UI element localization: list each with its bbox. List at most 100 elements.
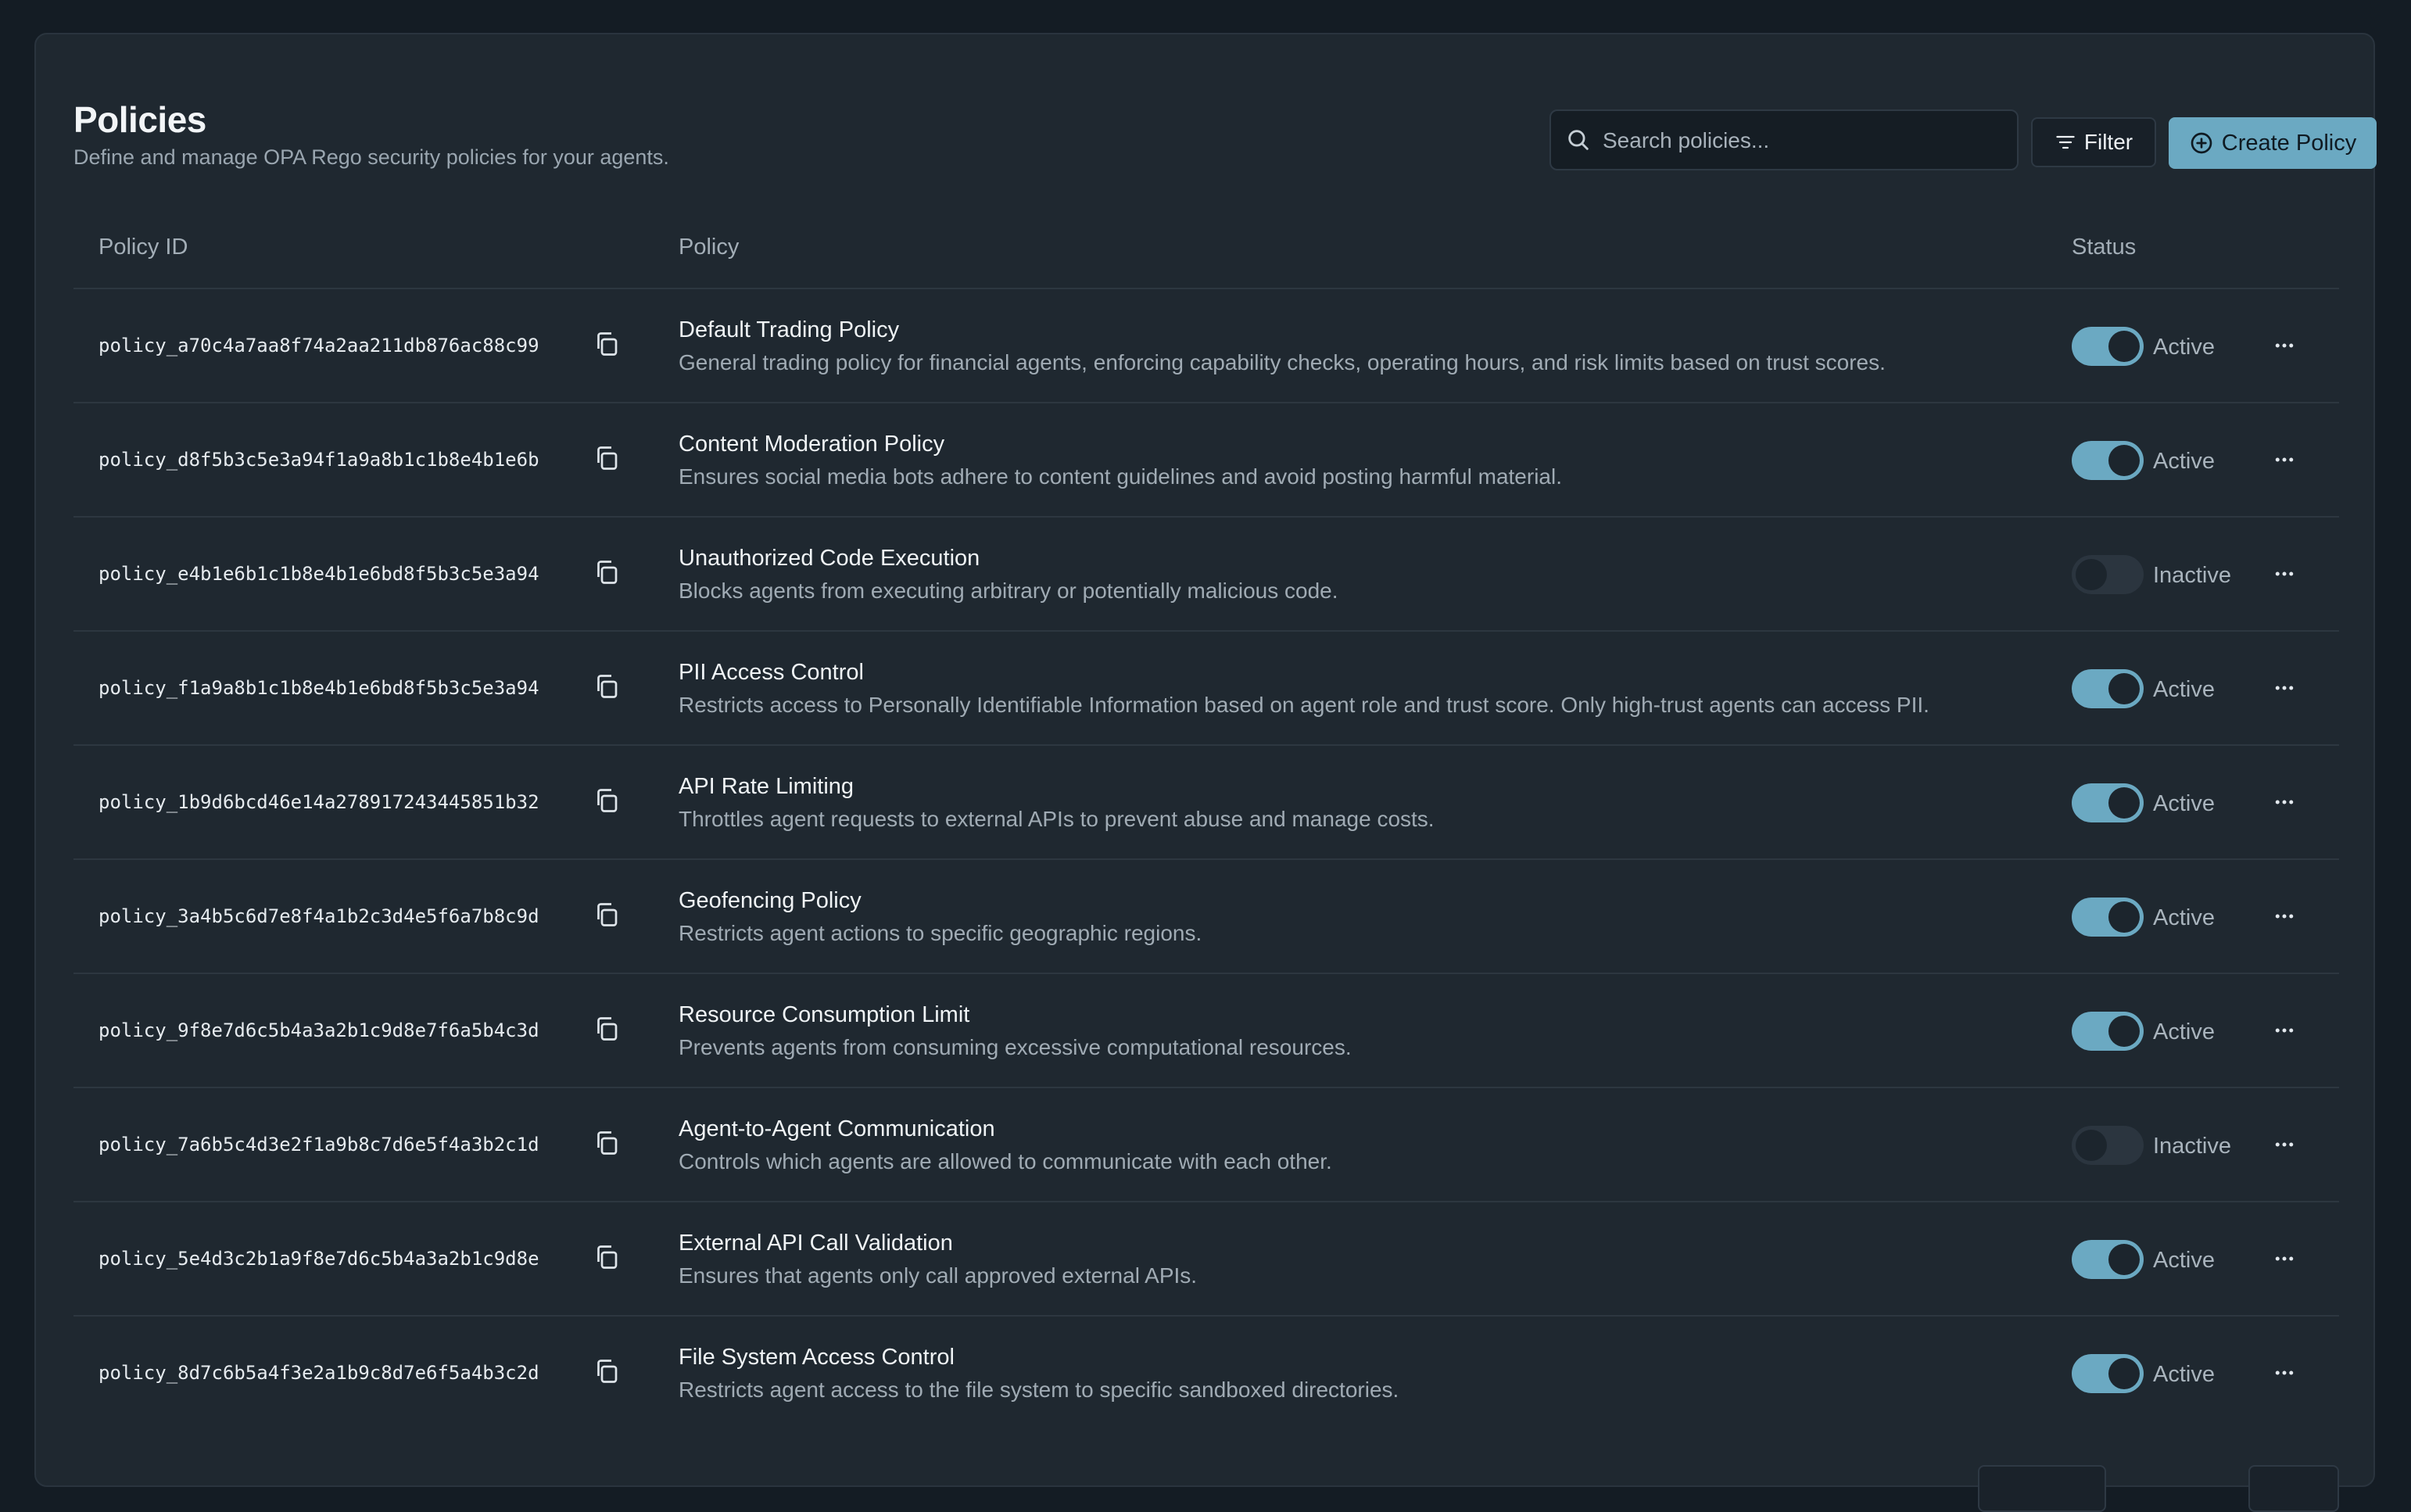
status-toggle[interactable]: [2072, 327, 2144, 366]
toggle-knob: [2108, 673, 2140, 704]
more-actions-button[interactable]: [2267, 785, 2302, 819]
status-label: Active: [2153, 905, 2215, 930]
policy-id: policy_9f8e7d6c5b4a3a2b1c9d8e7f6a5b4c3d: [99, 1019, 539, 1041]
column-header-policy-id[interactable]: Policy ID: [99, 235, 188, 260]
more-horizontal-icon: [2275, 1256, 2294, 1261]
table-row[interactable]: policy_a70c4a7aa8f74a2aa211db876ac88c99 …: [73, 289, 2339, 403]
toggle-knob: [2108, 1016, 2140, 1047]
filter-button[interactable]: Filter: [2031, 117, 2156, 167]
policy-description: Restricts access to Personally Identifia…: [679, 693, 1929, 717]
status-toggle[interactable]: [2072, 1126, 2144, 1165]
status-label: Active: [2153, 1019, 2215, 1044]
toggle-knob: [2076, 1130, 2107, 1161]
copy-icon[interactable]: [593, 672, 621, 700]
table-row[interactable]: policy_5e4d3c2b1a9f8e7d6c5b4a3a2b1c9d8e …: [73, 1202, 2339, 1317]
table-row[interactable]: policy_f1a9a8b1c1b8e4b1e6bd8f5b3c5e3a94 …: [73, 632, 2339, 746]
table-row[interactable]: policy_3a4b5c6d7e8f4a1b2c3d4e5f6a7b8c9d …: [73, 860, 2339, 974]
status-toggle[interactable]: [2072, 898, 2144, 937]
column-header-policy[interactable]: Policy: [679, 235, 739, 260]
more-actions-button[interactable]: [2267, 442, 2302, 477]
status-toggle[interactable]: [2072, 1354, 2144, 1393]
policy-name[interactable]: Default Trading Policy: [679, 317, 899, 343]
policy-id: policy_3a4b5c6d7e8f4a1b2c3d4e5f6a7b8c9d: [99, 905, 539, 927]
more-horizontal-icon: [2275, 457, 2294, 462]
policy-name[interactable]: Unauthorized Code Execution: [679, 546, 980, 571]
policy-id: policy_5e4d3c2b1a9f8e7d6c5b4a3a2b1c9d8e: [99, 1248, 539, 1270]
search-input[interactable]: [1601, 111, 2011, 170]
more-horizontal-icon: [2275, 1028, 2294, 1033]
toggle-knob: [2108, 445, 2140, 476]
status-label: Active: [2153, 791, 2215, 816]
more-horizontal-icon: [2275, 1142, 2294, 1147]
toggle-knob: [2108, 1244, 2140, 1275]
table-row[interactable]: policy_9f8e7d6c5b4a3a2b1c9d8e7f6a5b4c3d …: [73, 974, 2339, 1088]
copy-icon[interactable]: [593, 1015, 621, 1043]
more-horizontal-icon: [2275, 571, 2294, 576]
policy-description: Blocks agents from executing arbitrary o…: [679, 579, 1338, 603]
more-actions-button[interactable]: [2267, 671, 2302, 705]
pagination-next-button[interactable]: [2248, 1465, 2339, 1512]
policy-id: policy_a70c4a7aa8f74a2aa211db876ac88c99: [99, 335, 539, 357]
policy-name[interactable]: External API Call Validation: [679, 1231, 953, 1256]
filter-icon: [2056, 135, 2075, 149]
status-toggle[interactable]: [2072, 783, 2144, 822]
policy-description: Controls which agents are allowed to com…: [679, 1149, 1332, 1173]
create-policy-button[interactable]: Create Policy: [2169, 117, 2377, 169]
status-label: Active: [2153, 449, 2215, 474]
status-toggle[interactable]: [2072, 669, 2144, 708]
policy-description: General trading policy for financial age…: [679, 350, 1886, 374]
table-row[interactable]: policy_e4b1e6b1c1b8e4b1e6bd8f5b3c5e3a94 …: [73, 518, 2339, 632]
status-toggle[interactable]: [2072, 1012, 2144, 1051]
page-title: Policies: [73, 99, 206, 140]
search-box[interactable]: [1549, 109, 2019, 170]
copy-icon[interactable]: [593, 1357, 621, 1385]
more-actions-button[interactable]: [2267, 1013, 2302, 1048]
more-actions-button[interactable]: [2267, 1127, 2302, 1162]
pagination-previous-button[interactable]: [1978, 1465, 2106, 1512]
copy-icon[interactable]: [593, 786, 621, 815]
policy-name[interactable]: Content Moderation Policy: [679, 432, 944, 457]
policy-id: policy_d8f5b3c5e3a94f1a9a8b1c1b8e4b1e6b: [99, 449, 539, 471]
policy-name[interactable]: Geofencing Policy: [679, 888, 862, 914]
copy-icon[interactable]: [593, 558, 621, 586]
copy-icon[interactable]: [593, 1243, 621, 1271]
create-policy-label: Create Policy: [2221, 130, 2357, 156]
status-toggle[interactable]: [2072, 555, 2144, 594]
policy-name[interactable]: API Rate Limiting: [679, 774, 854, 800]
table-header: Policy ID Policy Status: [73, 191, 2339, 289]
more-horizontal-icon: [2275, 343, 2294, 348]
policy-name[interactable]: Agent-to-Agent Communication: [679, 1116, 995, 1142]
more-actions-button[interactable]: [2267, 328, 2302, 363]
search-icon: [1568, 130, 1589, 150]
status-toggle[interactable]: [2072, 441, 2144, 480]
column-header-status[interactable]: Status: [2072, 235, 2136, 260]
toggle-knob: [2108, 1358, 2140, 1389]
more-actions-button[interactable]: [2267, 1241, 2302, 1276]
policy-description: Prevents agents from consuming excessive…: [679, 1035, 1352, 1059]
table-row[interactable]: policy_7a6b5c4d3e2f1a9b8c7d6e5f4a3b2c1d …: [73, 1088, 2339, 1202]
copy-icon[interactable]: [593, 901, 621, 929]
toggle-knob: [2108, 787, 2140, 819]
policy-id: policy_7a6b5c4d3e2f1a9b8c7d6e5f4a3b2c1d: [99, 1134, 539, 1155]
table-body: policy_a70c4a7aa8f74a2aa211db876ac88c99 …: [73, 289, 2339, 1431]
copy-icon[interactable]: [593, 1129, 621, 1157]
policy-name[interactable]: File System Access Control: [679, 1345, 955, 1370]
more-horizontal-icon: [2275, 800, 2294, 804]
status-toggle[interactable]: [2072, 1240, 2144, 1279]
copy-icon[interactable]: [593, 330, 621, 358]
policy-name[interactable]: PII Access Control: [679, 660, 864, 686]
page-header: Policies Define and manage OPA Rego secu…: [73, 69, 2377, 170]
more-actions-button[interactable]: [2267, 899, 2302, 933]
table-row[interactable]: policy_1b9d6bcd46e14a278917243445851b32 …: [73, 746, 2339, 860]
toggle-knob: [2076, 559, 2107, 590]
policy-name[interactable]: Resource Consumption Limit: [679, 1002, 969, 1028]
status-label: Active: [2153, 1248, 2215, 1273]
policy-id: policy_8d7c6b5a4f3e2a1b9c8d7e6f5a4b3c2d: [99, 1362, 539, 1384]
table-row[interactable]: policy_8d7c6b5a4f3e2a1b9c8d7e6f5a4b3c2d …: [73, 1317, 2339, 1431]
more-actions-button[interactable]: [2267, 557, 2302, 591]
more-actions-button[interactable]: [2267, 1356, 2302, 1390]
table-row[interactable]: policy_d8f5b3c5e3a94f1a9a8b1c1b8e4b1e6b …: [73, 403, 2339, 518]
copy-icon[interactable]: [593, 444, 621, 472]
policy-description: Restricts agent actions to specific geog…: [679, 921, 1202, 945]
status-label: Active: [2153, 677, 2215, 702]
